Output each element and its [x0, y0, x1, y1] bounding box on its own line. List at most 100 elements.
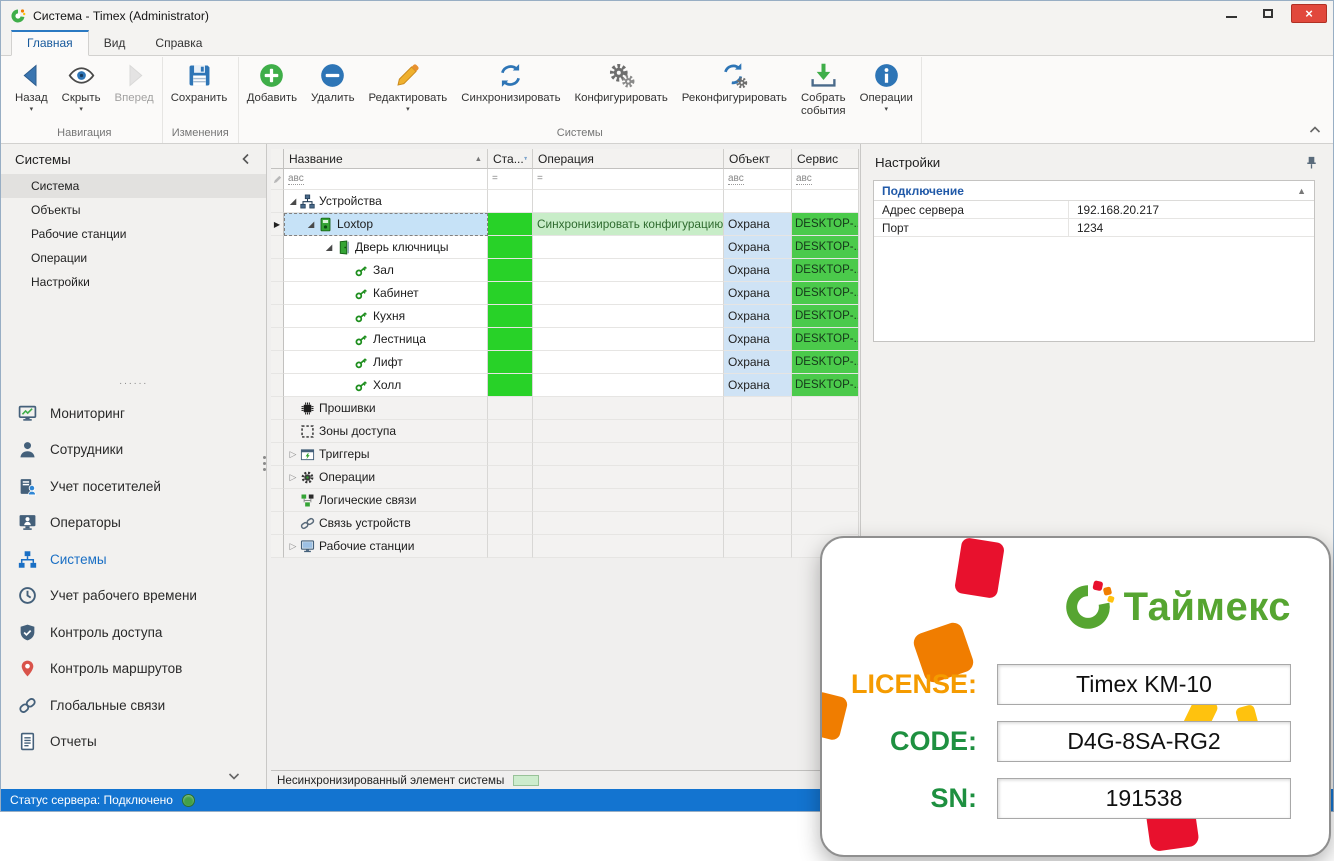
- cell-name[interactable]: Связь устройств: [284, 512, 488, 535]
- cell-name[interactable]: ◢Дверь ключницы: [284, 236, 488, 259]
- sidebar-item-operations[interactable]: Операции: [1, 246, 266, 270]
- tree-row[interactable]: ▷Операции: [271, 466, 860, 489]
- cell-name[interactable]: Холл: [284, 374, 488, 397]
- cell-name[interactable]: Логические связи: [284, 489, 488, 512]
- nav-monitoring[interactable]: Мониторинг: [1, 395, 266, 432]
- sidebar-splitter-handle[interactable]: ······: [1, 378, 266, 390]
- filter-cell-col-service[interactable]: авс: [792, 169, 859, 190]
- cell-service: [792, 443, 859, 466]
- save-button[interactable]: Сохранить: [164, 57, 235, 105]
- synchronize-button[interactable]: Синхронизировать: [454, 57, 567, 105]
- ribbon-button-label: Реконфигурировать: [682, 92, 787, 105]
- tab-view[interactable]: Вид: [89, 32, 141, 55]
- column-header-col-operation[interactable]: Операция: [533, 149, 724, 169]
- delete-button[interactable]: Удалить: [304, 57, 362, 105]
- tree-row[interactable]: ▶◢LoxtopСинхронизировать конфигурациюОхр…: [271, 213, 860, 236]
- expand-node-icon[interactable]: ▷: [286, 541, 300, 552]
- ribbon-collapse-button[interactable]: [1309, 124, 1321, 136]
- cell-name[interactable]: ▷ Рабочие станции: [284, 535, 488, 558]
- edit-button[interactable]: Редактировать▾: [362, 57, 455, 113]
- tree-row[interactable]: ▷Триггеры: [271, 443, 860, 466]
- operations-button[interactable]: Операции▾: [853, 57, 920, 113]
- filter-cell-col-operation[interactable]: =: [533, 169, 724, 190]
- tree-row[interactable]: ХоллОхранаDESKTOP-...: [271, 374, 860, 397]
- row-label: Холл: [373, 378, 401, 392]
- nav-visitors[interactable]: Учет посетителей: [1, 468, 266, 505]
- minimize-button[interactable]: [1217, 4, 1245, 22]
- close-button[interactable]: ×: [1291, 4, 1327, 23]
- filter-cell-col-status[interactable]: =: [488, 169, 533, 190]
- tree-row[interactable]: ▷ Рабочие станции: [271, 535, 860, 558]
- collapse-node-icon[interactable]: ◢: [286, 196, 300, 207]
- nav-global-links[interactable]: Глобальные связи: [1, 687, 266, 724]
- cell-name[interactable]: Зал: [284, 259, 488, 282]
- column-header-col-service[interactable]: Сервис: [792, 149, 859, 169]
- tree-row[interactable]: Зоны доступа: [271, 420, 860, 443]
- collapse-node-icon[interactable]: ◢: [322, 242, 336, 253]
- cell-operation: [533, 190, 724, 213]
- row-label: Рабочие станции: [319, 539, 414, 553]
- nav-employees[interactable]: Сотрудники: [1, 432, 266, 469]
- title-bar: Система - Timex (Administrator) ×: [1, 1, 1333, 30]
- back-button[interactable]: Назад▾: [8, 57, 55, 113]
- filter-cell-col-name[interactable]: авс: [284, 169, 488, 190]
- tab-home[interactable]: Главная: [11, 30, 89, 56]
- column-header-col-status[interactable]: Ста...: [488, 149, 533, 169]
- tree-row[interactable]: ◢Устройства: [271, 190, 860, 213]
- expand-node-icon[interactable]: ▷: [286, 449, 300, 460]
- sidebar-item-objects[interactable]: Объекты: [1, 198, 266, 222]
- cell-name[interactable]: ◢Loxtop: [284, 213, 488, 236]
- sidebar-more-button[interactable]: [228, 770, 240, 782]
- tree-row[interactable]: КабинетОхранаDESKTOP-...: [271, 282, 860, 305]
- reconfigure-button[interactable]: Реконфигурировать: [675, 57, 794, 105]
- cell-name[interactable]: ◢Устройства: [284, 190, 488, 213]
- brand-name: Таймекс: [1124, 585, 1291, 630]
- column-header-col-name[interactable]: Название▲: [284, 149, 488, 169]
- nav-reports[interactable]: Отчеты: [1, 724, 266, 761]
- nav-systems[interactable]: Системы: [1, 541, 266, 578]
- sidebar-collapse-button[interactable]: [240, 153, 252, 165]
- cell-name[interactable]: Кабинет: [284, 282, 488, 305]
- nav-operators[interactable]: Операторы: [1, 505, 266, 542]
- configure-button[interactable]: Конфигурировать: [568, 57, 675, 105]
- sidebar-item-system[interactable]: Система: [1, 174, 266, 198]
- cell-name[interactable]: Зоны доступа: [284, 420, 488, 443]
- cell-name[interactable]: Лифт: [284, 351, 488, 374]
- tree-row[interactable]: Прошивки: [271, 397, 860, 420]
- pin-icon[interactable]: [1304, 155, 1319, 170]
- cell-name[interactable]: Кухня: [284, 305, 488, 328]
- add-button[interactable]: Добавить: [240, 57, 304, 105]
- nav-worktime[interactable]: Учет рабочего времени: [1, 578, 266, 615]
- ribbon: Назад▾Скрыть▾ВпередНавигацияСохранитьИзм…: [1, 56, 1333, 144]
- cell-name[interactable]: Лестница: [284, 328, 488, 351]
- cell-name[interactable]: Прошивки: [284, 397, 488, 420]
- forward-button[interactable]: Вперед: [108, 57, 161, 105]
- nav-access-control[interactable]: Контроль доступа: [1, 614, 266, 651]
- cell-name[interactable]: ▷Операции: [284, 466, 488, 489]
- tree-row[interactable]: Логические связи: [271, 489, 860, 512]
- filter-cell-col-object[interactable]: авс: [724, 169, 792, 190]
- tree-row[interactable]: ЛифтОхранаDESKTOP-...: [271, 351, 860, 374]
- expand-node-icon[interactable]: ▷: [286, 472, 300, 483]
- splitter-grip-icon[interactable]: [263, 456, 266, 471]
- cell-object: Охрана: [724, 351, 792, 374]
- tree-row[interactable]: Связь устройств: [271, 512, 860, 535]
- sidebar-item-workstations[interactable]: Рабочие станции: [1, 222, 266, 246]
- tree-row[interactable]: ◢Дверь ключницыОхранаDESKTOP-...: [271, 236, 860, 259]
- hide-button[interactable]: Скрыть▾: [55, 57, 108, 113]
- connection-section-header[interactable]: Подключение ▲: [874, 181, 1314, 201]
- row-label: Прошивки: [319, 401, 376, 415]
- tab-help[interactable]: Справка: [140, 32, 217, 55]
- settings-field-value[interactable]: 192.168.20.217: [1069, 201, 1314, 218]
- collect-events-button[interactable]: Собрать события: [794, 57, 853, 118]
- maximize-button[interactable]: [1254, 4, 1282, 22]
- column-header-col-object[interactable]: Объект: [724, 149, 792, 169]
- collapse-node-icon[interactable]: ◢: [304, 219, 318, 230]
- sidebar-item-settings[interactable]: Настройки: [1, 270, 266, 294]
- nav-route-control[interactable]: Контроль маршрутов: [1, 651, 266, 688]
- tree-row[interactable]: ЗалОхранаDESKTOP-...: [271, 259, 860, 282]
- tree-row[interactable]: КухняОхранаDESKTOP-...: [271, 305, 860, 328]
- tree-row[interactable]: ЛестницаОхранаDESKTOP-...: [271, 328, 860, 351]
- settings-field-value[interactable]: 1234: [1069, 219, 1314, 236]
- cell-name[interactable]: ▷Триггеры: [284, 443, 488, 466]
